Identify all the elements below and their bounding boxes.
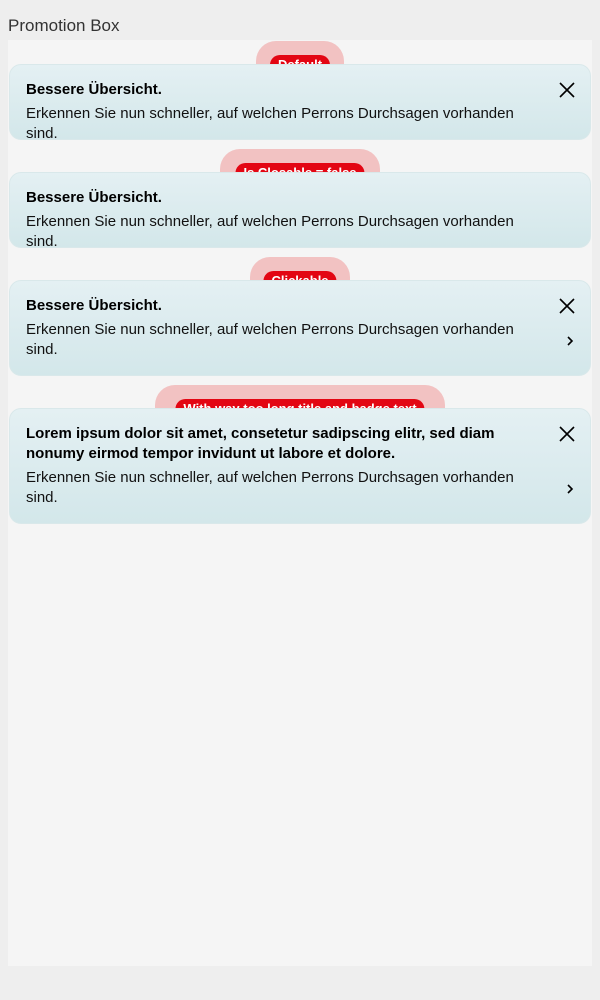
- close-button[interactable]: [558, 81, 576, 99]
- card-title: Bessere Übersicht.: [26, 297, 162, 314]
- promotion-card: Bessere Übersicht. Erkennen Sie nun schn…: [9, 64, 591, 142]
- chevron-button[interactable]: [564, 482, 576, 496]
- promotion-card[interactable]: Lorem ipsum dolor sit amet, consetetur s…: [9, 408, 591, 524]
- card-title: Lorem ipsum dolor sit amet, consetetur s…: [26, 425, 495, 462]
- chevron-right-icon: [567, 484, 574, 494]
- close-button[interactable]: [558, 297, 576, 315]
- promotion-card[interactable]: Bessere Übersicht. Erkennen Sie nun schn…: [9, 280, 591, 376]
- card-text: Erkennen Sie nun schneller, auf welchen …: [26, 213, 514, 250]
- card-title: Bessere Übersicht.: [26, 81, 162, 98]
- close-button[interactable]: [558, 425, 576, 443]
- card-title: Bessere Übersicht.: [26, 189, 162, 206]
- chevron-right-icon: [567, 336, 574, 346]
- promotion-card: Bessere Übersicht. Erkennen Sie nun schn…: [9, 172, 591, 250]
- close-icon: [559, 426, 575, 442]
- promotion-box-panel: Default Bessere Übersicht. Erkennen Sie …: [8, 40, 592, 966]
- close-icon: [559, 82, 575, 98]
- chevron-button[interactable]: [564, 334, 576, 348]
- card-text: Erkennen Sie nun schneller, auf welchen …: [26, 469, 514, 506]
- close-icon: [559, 298, 575, 314]
- card-text: Erkennen Sie nun schneller, auf welchen …: [26, 321, 514, 358]
- page-title: Promotion Box: [8, 16, 120, 35]
- card-text: Erkennen Sie nun schneller, auf welchen …: [26, 105, 514, 142]
